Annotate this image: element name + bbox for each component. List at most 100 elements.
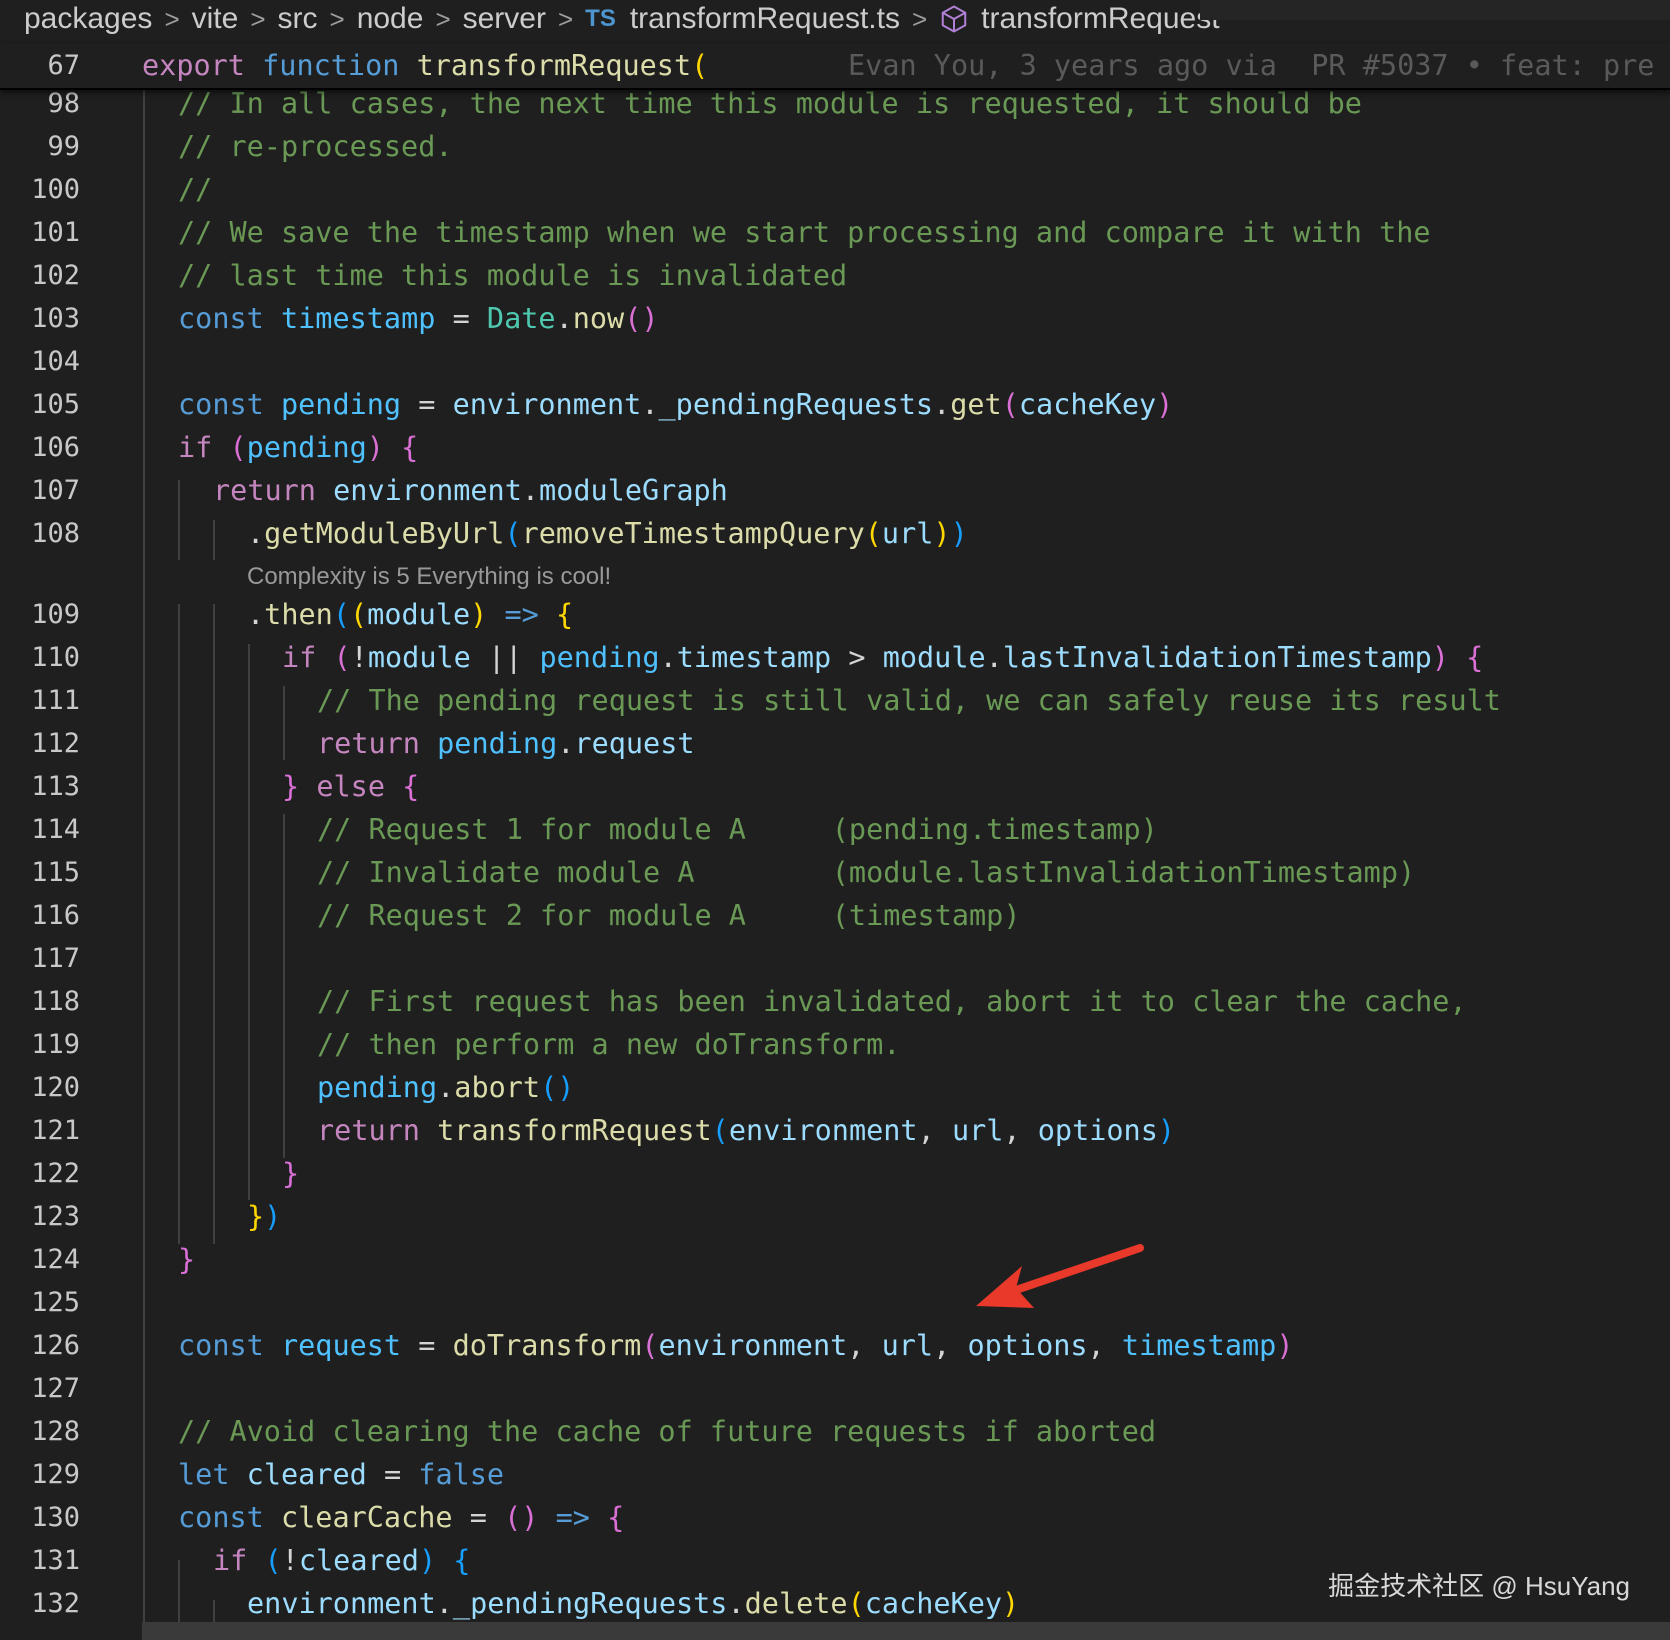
code-text: const pending = environment._pendingRequ… <box>178 388 1174 421</box>
chevron-right-icon: > <box>329 3 345 34</box>
line-number: 131 <box>31 1545 80 1576</box>
line-number: 109 <box>31 599 80 630</box>
symbol-method-cube-icon <box>941 5 967 33</box>
code-line-115[interactable]: 115 // Invalidate module A (module.lastI… <box>0 851 1670 894</box>
code-text: if (!module || pending.timestamp > modul… <box>282 641 1484 674</box>
code-line-117[interactable]: 117 <box>0 937 1670 980</box>
code-text: // re-processed. <box>178 130 453 163</box>
code-line-127[interactable]: 127 <box>0 1367 1670 1410</box>
line-number: 110 <box>31 642 80 673</box>
code-text: // last time this module is invalidated <box>178 259 848 292</box>
code-text: if (!cleared) { <box>213 1544 471 1577</box>
line-number: 125 <box>31 1287 80 1318</box>
line-number: 126 <box>31 1330 80 1361</box>
line-number: 132 <box>31 1588 80 1619</box>
code-text: return pending.request <box>317 727 695 760</box>
chevron-right-icon: > <box>911 3 928 34</box>
code-line-123[interactable]: 123 }) <box>0 1195 1670 1238</box>
code-line-129[interactable]: 129 let cleared = false <box>0 1453 1670 1496</box>
code-line-108[interactable]: 108 .getModuleByUrl(removeTimestampQuery… <box>0 512 1670 555</box>
code-line-99[interactable]: 99 // re-processed. <box>0 125 1670 168</box>
code-line-119[interactable]: 119 // then perform a new doTransform. <box>0 1023 1670 1066</box>
code-line-100[interactable]: 100 // <box>0 168 1670 211</box>
code-line-106[interactable]: 106 if (pending) { <box>0 426 1670 469</box>
code-line-122[interactable]: 122 } <box>0 1152 1670 1195</box>
line-number: 130 <box>31 1502 80 1533</box>
code-text: } <box>178 1243 196 1276</box>
line-number: 67 <box>47 50 80 81</box>
editor-actions-area <box>1200 0 1670 20</box>
code-line-105[interactable]: 105 const pending = environment._pending… <box>0 383 1670 426</box>
code-text: .getModuleByUrl(removeTimestampQuery(url… <box>247 517 968 550</box>
line-number: 123 <box>31 1201 80 1232</box>
code-text: if (pending) { <box>178 431 419 464</box>
code-text: // Invalidate module A (module.lastInval… <box>317 856 1416 889</box>
chevron-right-icon: > <box>250 3 266 34</box>
line-number: 105 <box>31 389 80 420</box>
code-line-125[interactable]: 125 <box>0 1281 1670 1324</box>
line-number: 121 <box>31 1115 80 1146</box>
sticky-line[interactable]: 67 export function transformRequest( Eva… <box>0 44 1670 87</box>
code-line-111[interactable]: 111 // The pending request is still vali… <box>0 679 1670 722</box>
line-number: 115 <box>31 857 80 888</box>
line-number: 100 <box>31 174 80 205</box>
breadcrumb-item-packages[interactable]: packages <box>24 2 152 36</box>
line-number: 127 <box>31 1373 80 1404</box>
red-arrow-annotation-icon <box>976 1244 1144 1308</box>
code-text: const timestamp = Date.now() <box>178 302 659 335</box>
line-number: 104 <box>31 346 80 377</box>
code-line-126[interactable]: 126 const request = doTransform(environm… <box>0 1324 1670 1367</box>
code-text: // The pending request is still valid, w… <box>317 684 1501 717</box>
code-line-113[interactable]: 113 } else { <box>0 765 1670 808</box>
code-text: const request = doTransform(environment,… <box>178 1329 1294 1362</box>
code-text: // First request has been invalidated, a… <box>317 985 1467 1018</box>
code-line-116[interactable]: 116 // Request 2 for module A (timestamp… <box>0 894 1670 937</box>
breadcrumb-item-vite[interactable]: vite <box>192 2 239 36</box>
code-line-102[interactable]: 102 // last time this module is invalida… <box>0 254 1670 297</box>
chevron-right-icon: > <box>435 3 451 34</box>
breadcrumb-item-node[interactable]: node <box>357 2 424 36</box>
watermark: 掘金技术社区 @ HsuYang <box>1328 1571 1630 1601</box>
code-line-109[interactable]: 109 .then((module) => { <box>0 593 1670 636</box>
code-line-121[interactable]: 121 return transformRequest(environment,… <box>0 1109 1670 1152</box>
code-line-107[interactable]: 107 return environment.moduleGraph <box>0 469 1670 512</box>
breadcrumb-item-file[interactable]: TS transformRequest.ts <box>585 2 900 36</box>
code-line-130[interactable]: 130 const clearCache = () => { <box>0 1496 1670 1539</box>
line-number: 112 <box>31 728 80 759</box>
line-number: 124 <box>31 1244 80 1275</box>
code-text: // Request 2 for module A (timestamp) <box>317 899 1021 932</box>
git-blame-annotation[interactable]: Evan You, 3 years ago via PR #5037 • fea… <box>848 44 1654 87</box>
code-line-124[interactable]: 124 } <box>0 1238 1670 1281</box>
line-number: 101 <box>31 217 80 248</box>
code-text: // then perform a new doTransform. <box>317 1028 901 1061</box>
breadcrumb-item-server[interactable]: server <box>463 2 546 36</box>
line-number: 102 <box>31 260 80 291</box>
code-lens-complexity[interactable]: Complexity is 5 Everything is cool! <box>247 563 611 591</box>
typescript-file-icon: TS <box>585 5 616 32</box>
code-line-110[interactable]: 110 if (!module || pending.timestamp > m… <box>0 636 1670 679</box>
horizontal-scrollbar[interactable] <box>142 1622 1670 1640</box>
chevron-right-icon: > <box>557 3 574 34</box>
sticky-scroll-header[interactable]: 67 export function transformRequest( Eva… <box>0 44 1670 90</box>
line-number: 119 <box>31 1029 80 1060</box>
code-line-112[interactable]: 112 return pending.request <box>0 722 1670 765</box>
code-line: export function transformRequest( <box>142 49 709 82</box>
code-line-120[interactable]: 120 pending.abort() <box>0 1066 1670 1109</box>
line-number: 113 <box>31 771 80 802</box>
code-line-114[interactable]: 114 // Request 1 for module A (pending.t… <box>0 808 1670 851</box>
code-line-118[interactable]: 118 // First request has been invalidate… <box>0 980 1670 1023</box>
line-number: 111 <box>31 685 80 716</box>
code-text: }) <box>247 1200 282 1233</box>
code-line-104[interactable]: 104 <box>0 340 1670 383</box>
line-number: 117 <box>31 943 80 974</box>
code-line-103[interactable]: 103 const timestamp = Date.now() <box>0 297 1670 340</box>
line-number: 107 <box>31 475 80 506</box>
breadcrumb-item-src[interactable]: src <box>278 2 318 36</box>
code-line-101[interactable]: 101 // We save the timestamp when we sta… <box>0 211 1670 254</box>
breadcrumb-item-symbol[interactable]: transformRequest <box>939 2 1220 36</box>
code-text: pending.abort() <box>317 1071 575 1104</box>
code-line-128[interactable]: 128 // Avoid clearing the cache of futur… <box>0 1410 1670 1453</box>
line-number: 122 <box>31 1158 80 1189</box>
code-text: // Request 1 for module A (pending.times… <box>317 813 1158 846</box>
code-text: // <box>178 173 213 206</box>
